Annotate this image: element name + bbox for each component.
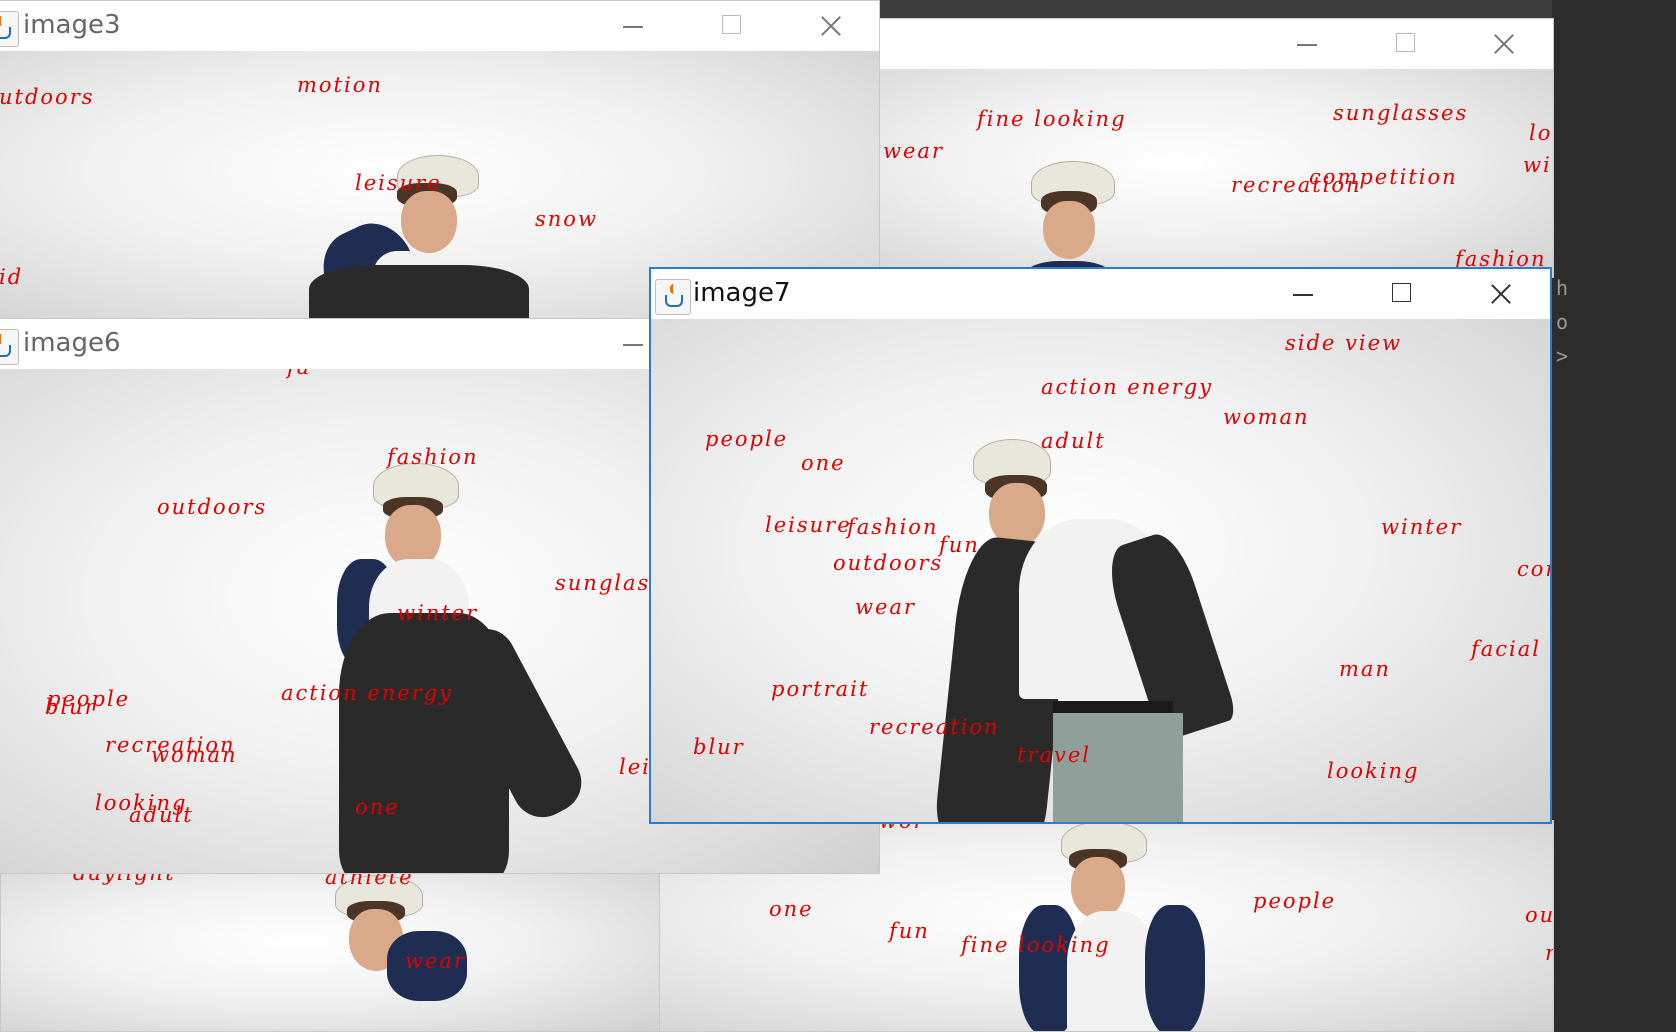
tag-label: fashion <box>387 445 479 469</box>
tag-label: lei <box>619 755 651 779</box>
tag-label: id <box>0 265 24 289</box>
background-editor-side <box>1552 0 1676 1032</box>
tag-label: wear <box>883 139 944 163</box>
tag-label: wear <box>855 595 916 619</box>
titlebar[interactable]: image3 <box>0 1 879 53</box>
image-canvas: daylight athlete wear <box>1 871 659 1031</box>
window-image7[interactable]: image7 side view action energy woman peo… <box>649 267 1552 824</box>
tag-label: fine looking <box>961 933 1111 957</box>
tag-label: out <box>1525 903 1553 927</box>
tag-label: facial <box>1471 637 1542 661</box>
tag-label: con <box>1517 557 1550 581</box>
image-canvas: side view action energy woman people adu… <box>651 319 1550 822</box>
tag-label: competition <box>1309 165 1458 189</box>
tag-label: action energy <box>281 681 454 705</box>
tag-label: loo <box>1529 121 1553 145</box>
tag-label: portrait <box>771 677 870 701</box>
tag-label: sunglass <box>555 571 664 595</box>
window-title: image3 <box>23 10 121 40</box>
close-icon[interactable] <box>809 9 853 43</box>
tag-label: looking <box>1327 759 1420 783</box>
tag-label: outdoors <box>833 551 944 575</box>
maximize-icon[interactable] <box>1383 27 1427 61</box>
maximize-icon[interactable] <box>1379 277 1423 311</box>
tag-label: one <box>769 897 814 921</box>
close-icon[interactable] <box>1479 277 1523 311</box>
tag-label: winter <box>1381 515 1463 539</box>
tag-label: one <box>355 795 400 819</box>
tag-label: motion <box>297 73 383 97</box>
tag-label: fa <box>287 369 311 379</box>
tag-label: fun <box>889 919 930 943</box>
minimize-icon[interactable] <box>1281 277 1325 311</box>
window-back-right[interactable]: fine looking sunglasses loo wear recreat… <box>870 18 1554 278</box>
window-title: image7 <box>693 278 791 308</box>
editor-char: h <box>1556 276 1569 300</box>
tag-label: fun <box>939 533 980 557</box>
titlebar[interactable]: image7 <box>651 269 1550 319</box>
tag-label: leisure <box>355 171 442 195</box>
tag-label: travel <box>1017 743 1092 767</box>
window-title: image6 <box>23 328 121 358</box>
tag-label: blur <box>45 695 97 719</box>
tag-label: side view <box>1285 331 1403 355</box>
tag-label: one <box>801 451 846 475</box>
editor-char: o <box>1556 310 1569 334</box>
tag-label: outdoors <box>157 495 268 519</box>
tag-label: blur <box>693 735 745 759</box>
tag-label: fashion <box>847 515 939 539</box>
tag-label: woman <box>151 743 238 767</box>
tag-label: wear <box>405 949 466 973</box>
minimize-icon[interactable] <box>1285 27 1329 61</box>
tag-label: action energy <box>1041 375 1214 399</box>
tag-label: fine looking <box>977 107 1127 131</box>
editor-char: > <box>1556 344 1569 368</box>
close-icon[interactable] <box>1482 27 1526 61</box>
window-back-bottom-left[interactable]: daylight athlete wear <box>0 870 660 1032</box>
tag-label: recreation <box>869 715 1000 739</box>
tag-label: wi <box>1523 153 1552 177</box>
tag-label: m <box>1545 941 1553 965</box>
tag-label: people <box>705 427 789 451</box>
tag-label: man <box>1339 657 1391 681</box>
tag-label: adult <box>129 803 194 827</box>
tag-label: adult <box>1041 429 1106 453</box>
tag-label: utdoors <box>0 85 95 109</box>
java-icon <box>0 11 19 47</box>
image-canvas: fine looking sunglasses loo wear recreat… <box>871 69 1553 277</box>
tag-label: winter <box>397 601 479 625</box>
minimize-icon[interactable] <box>611 9 655 43</box>
maximize-icon[interactable] <box>709 9 753 43</box>
java-icon <box>655 279 691 315</box>
tag-label: snow <box>535 207 598 231</box>
tag-label: sunglasses <box>1333 101 1469 125</box>
tag-label: people <box>1253 889 1337 913</box>
tag-label: leisure <box>765 513 852 537</box>
titlebar[interactable] <box>871 19 1553 71</box>
tag-label: woman <box>1223 405 1310 429</box>
java-icon <box>0 329 19 365</box>
